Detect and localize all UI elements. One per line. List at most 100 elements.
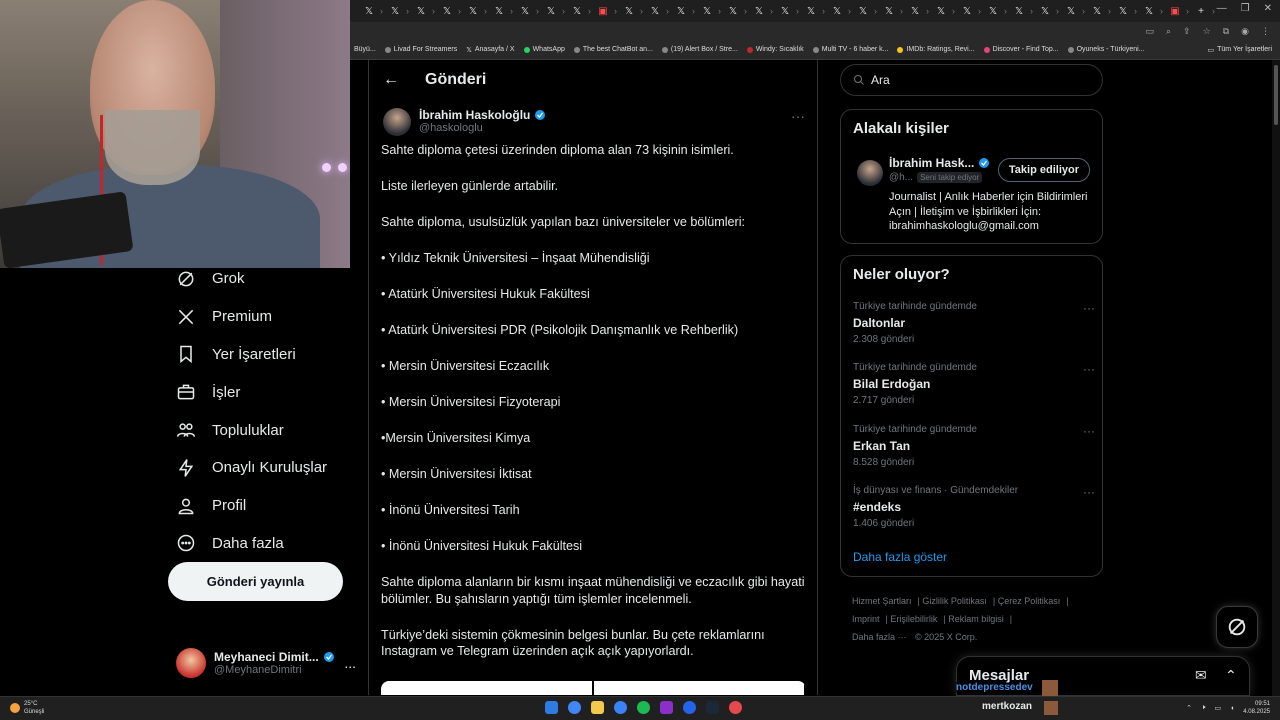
browser-tab[interactable]: 𝕏 — [722, 3, 747, 19]
footer-link[interactable]: Reklam bilgisi — [948, 614, 1004, 624]
bookmark-item[interactable]: Discover - Find Top... — [983, 46, 1059, 53]
cast-icon[interactable]: ▭ — [1146, 26, 1155, 37]
search-input[interactable]: Ara — [840, 64, 1103, 96]
bookmark-item[interactable]: The best ChatBot an... — [573, 46, 653, 53]
author-name[interactable]: İbrahim Haskoloğlu — [419, 108, 530, 122]
browser-tab[interactable]: 𝕏 — [1112, 3, 1137, 19]
extensions-icon[interactable]: ⧉ — [1223, 26, 1229, 37]
bookmark-star-icon[interactable]: ☆ — [1203, 26, 1211, 37]
browser-tab[interactable]: 𝕏 — [826, 3, 851, 19]
browser-tab[interactable]: 𝕏 — [1060, 3, 1085, 19]
app-icon[interactable] — [729, 701, 742, 714]
trend-item[interactable]: Türkiye tarihinde gündemde Bilal Erdoğan… — [853, 362, 1095, 406]
following-button[interactable]: Takip ediliyor — [997, 158, 1090, 182]
browser-tab[interactable]: ▣ — [1164, 3, 1189, 19]
show-more-link[interactable]: Daha fazla göster — [853, 550, 947, 564]
file-explorer-icon[interactable] — [591, 701, 604, 714]
new-message-icon[interactable]: ✉ — [1195, 667, 1207, 684]
author-handle[interactable]: @haskologlu — [419, 122, 546, 134]
account-switcher[interactable]: Meyhaneci Dimit... @MeyhaneDimitri ... — [176, 645, 356, 681]
browser-tab[interactable]: 𝕏 — [774, 3, 799, 19]
browser-tab[interactable]: 𝕏 — [384, 3, 409, 19]
bookmark-item[interactable]: Multi TV - 6 haber k... — [812, 46, 888, 53]
browser-tab[interactable]: 𝕏 — [1138, 3, 1163, 19]
browser-tab[interactable]: 𝕏 — [930, 3, 955, 19]
browser-tab[interactable]: 𝕏 — [1008, 3, 1033, 19]
bookmark-item[interactable]: Oyuneks - Türkiyeni... — [1067, 46, 1145, 53]
account-more-icon[interactable]: ... — [344, 655, 356, 671]
bookmark-item[interactable]: IMDb: Ratings, Revi... — [897, 46, 975, 53]
menu-icon[interactable]: ⋮ — [1261, 26, 1270, 37]
trend-more-icon[interactable]: ··· — [1083, 301, 1095, 315]
sidebar-item-premium[interactable]: Premium — [168, 298, 358, 336]
start-icon[interactable] — [545, 701, 558, 714]
scrollbar-thumb[interactable] — [1274, 65, 1278, 125]
browser-tab[interactable]: 𝕏 — [488, 3, 513, 19]
browser-tab[interactable]: 𝕏 — [514, 3, 539, 19]
expand-icon[interactable]: ⌃ — [1225, 667, 1237, 684]
browser-tab[interactable]: 𝕏 — [566, 3, 591, 19]
footer-link[interactable]: Hizmet Şartları — [852, 596, 912, 606]
app-icon[interactable] — [614, 701, 627, 714]
browser-tab[interactable]: 𝕏 — [410, 3, 435, 19]
footer-link[interactable]: Çerez Politikası — [998, 596, 1061, 606]
bookmark-item[interactable]: Büyü... — [354, 46, 376, 53]
browser-tab[interactable]: 𝕏 — [852, 3, 877, 19]
browser-tab[interactable]: 𝕏 — [800, 3, 825, 19]
browser-tab[interactable]: 𝕏 — [540, 3, 565, 19]
browser-tab[interactable]: 𝕏 — [358, 3, 383, 19]
weather-widget[interactable]: 25°C Güneşli — [10, 700, 44, 716]
network-icon[interactable]: ▭ — [1214, 704, 1221, 712]
bookmark-item[interactable]: WhatsApp — [523, 46, 565, 53]
trend-more-icon[interactable]: ··· — [1083, 485, 1095, 499]
zoom-icon[interactable]: ⌕ — [1166, 26, 1171, 37]
author-name-row[interactable]: İbrahim Haskoloğlu — [419, 108, 546, 122]
sidebar-item-profile[interactable]: Profil — [168, 487, 358, 525]
clock[interactable]: 09:51 4.08.2025 — [1243, 700, 1270, 716]
browser-tab[interactable]: 𝕏 — [878, 3, 903, 19]
grok-floating-button[interactable] — [1216, 606, 1258, 648]
avatar[interactable] — [383, 108, 411, 136]
footer-link[interactable]: Erişilebilirlik — [890, 614, 937, 624]
browser-tab[interactable]: 𝕏 — [618, 3, 643, 19]
browser-tab[interactable]: 𝕏 — [1086, 3, 1111, 19]
volume-icon[interactable]: ◖ — [1230, 705, 1234, 712]
person-name-row[interactable]: İbrahim Hask... — [889, 156, 990, 170]
browser-tab[interactable]: 𝕏 — [436, 3, 461, 19]
footer-link[interactable]: Imprint — [852, 614, 880, 624]
bookmark-item[interactable]: (19) Alert Box / Stre... — [661, 46, 738, 53]
browser-tab[interactable]: 𝕏 — [956, 3, 981, 19]
speaker-icon[interactable]: 🕨 — [1201, 704, 1205, 712]
browser-tab[interactable]: 𝕏 — [670, 3, 695, 19]
app-icon[interactable] — [660, 701, 673, 714]
footer-link[interactable]: Gizlilik Politikası — [922, 596, 987, 606]
post-image-attachment[interactable] — [381, 681, 806, 695]
trend-item[interactable]: Türkiye tarihinde gündemde Erkan Tan 8.5… — [853, 424, 1095, 468]
trend-item[interactable]: Türkiye tarihinde gündemde Daltonlar 2.3… — [853, 301, 1095, 345]
page-scrollbar[interactable] — [1272, 60, 1280, 696]
browser-tab[interactable]: ▣ — [592, 3, 617, 19]
trend-item[interactable]: İş dünyası ve finans · Gündemdekiler #en… — [853, 485, 1095, 529]
person-name[interactable]: İbrahim Hask... — [889, 156, 974, 170]
sidebar-item-bookmarks[interactable]: Yer İşaretleri — [168, 336, 358, 374]
sidebar-item-verified-orgs[interactable]: Onaylı Kuruluşlar — [168, 449, 358, 487]
browser-tab[interactable]: 𝕏 — [696, 3, 721, 19]
close-icon[interactable]: ✕ — [1264, 3, 1272, 14]
steam-icon[interactable] — [706, 701, 719, 714]
sidebar-item-jobs[interactable]: İşler — [168, 373, 358, 411]
browser-tab[interactable]: 𝕏 — [904, 3, 929, 19]
back-arrow-icon[interactable]: ← — [383, 71, 399, 89]
browser-tab[interactable]: 𝕏 — [1034, 3, 1059, 19]
spotify-icon[interactable] — [637, 701, 650, 714]
browser-tab[interactable]: 𝕏 — [982, 3, 1007, 19]
app-icon[interactable] — [683, 701, 696, 714]
chrome-icon[interactable] — [568, 701, 581, 714]
bookmark-item[interactable]: Livad For Streamers — [384, 46, 457, 53]
footer-link[interactable]: Daha fazla ··· — [852, 632, 907, 642]
browser-tab[interactable]: 𝕏 — [748, 3, 773, 19]
post-button[interactable]: Gönderi yayınla — [168, 562, 343, 601]
avatar[interactable] — [857, 160, 883, 186]
all-bookmarks[interactable]: ▭ Tüm Yer İşaretleri — [1208, 46, 1272, 54]
browser-tab[interactable]: 𝕏 — [462, 3, 487, 19]
browser-tab[interactable]: 𝕏 — [644, 3, 669, 19]
